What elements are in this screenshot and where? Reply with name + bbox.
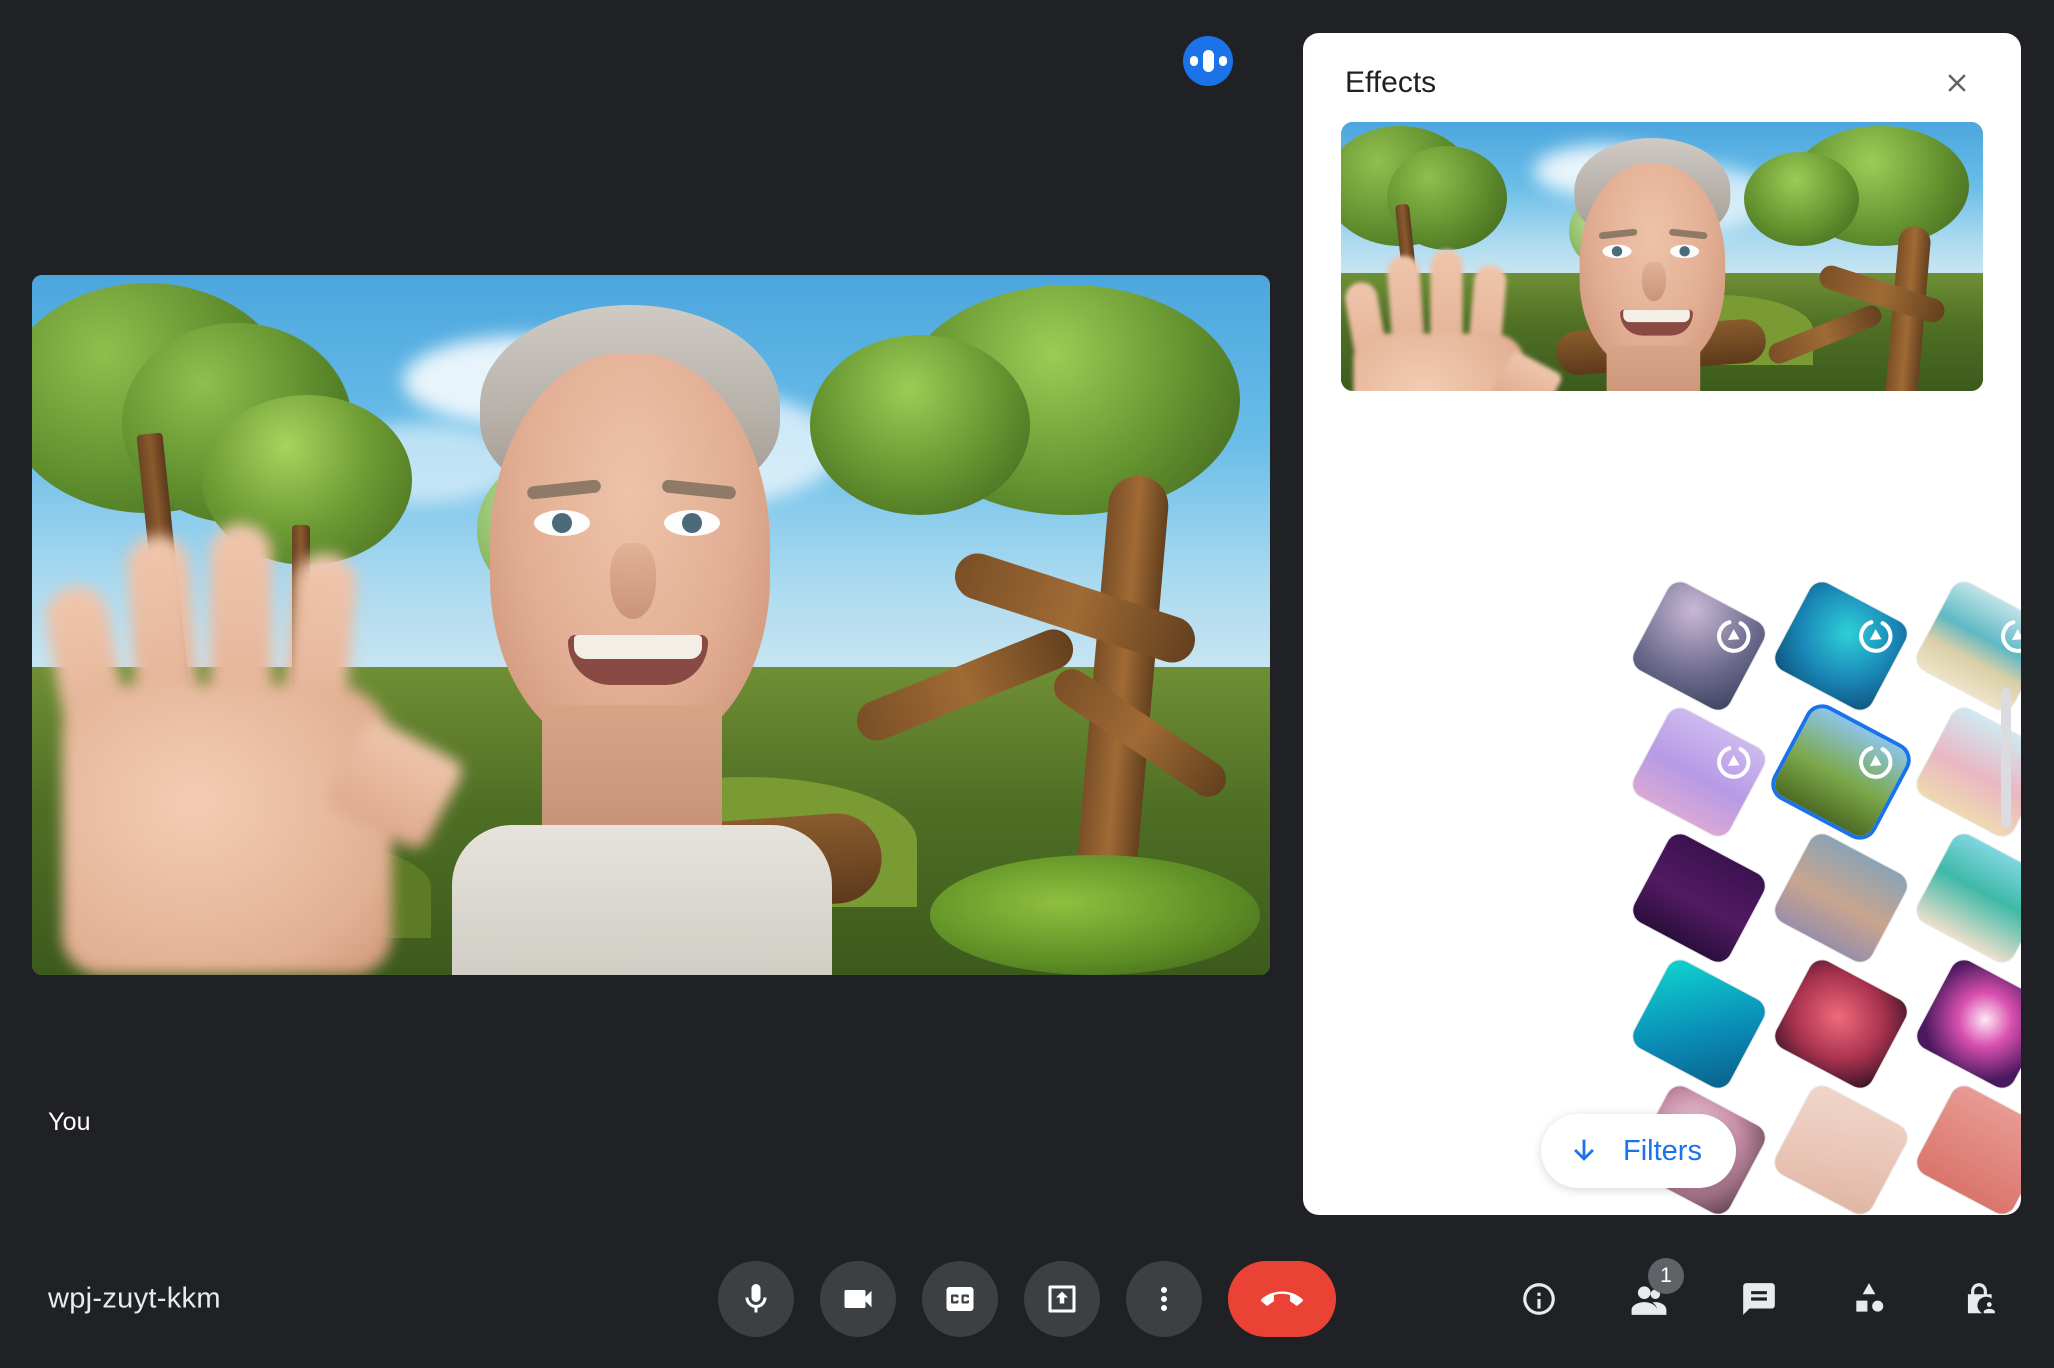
captions-button[interactable] — [922, 1261, 998, 1337]
more-vertical-icon — [1161, 1287, 1167, 1311]
camera-button[interactable] — [820, 1261, 896, 1337]
audio-level-icon — [1183, 36, 1233, 86]
info-icon — [1523, 1283, 1555, 1315]
backgrounds-grid — [1345, 405, 2021, 1215]
play-icon — [1991, 609, 2021, 663]
virtual-background-forest — [32, 275, 1270, 975]
leave-call-button[interactable] — [1228, 1261, 1336, 1337]
microphone-icon — [745, 1284, 767, 1313]
phone-hangup-icon — [1261, 1291, 1303, 1306]
filters-label: Filters — [1623, 1134, 1702, 1167]
effects-scrollbar[interactable] — [2001, 688, 2011, 828]
meeting-details-button[interactable] — [1506, 1266, 1572, 1332]
play-icon — [1849, 609, 1903, 663]
center-controls — [718, 1261, 1336, 1337]
play-icon — [1707, 609, 1761, 663]
right-controls: 1 — [1506, 1258, 2012, 1332]
panel-title: Effects — [1345, 66, 1437, 99]
background-thumbnail-enchanted-forest[interactable] — [1770, 703, 1912, 841]
background-thumbnail-turquoise-water[interactable] — [1628, 955, 1770, 1093]
google-meet-window: You Effects Filters wpj-zuyt-kkm 1 — [0, 0, 2054, 1368]
background-thumbnail-calm-beach[interactable] — [1912, 829, 2021, 967]
lock-person-icon — [1967, 1283, 1995, 1314]
activities-shapes-icon — [1856, 1283, 1884, 1312]
background-thumbnail-pastel-monster-room[interactable] — [1628, 703, 1770, 841]
chat-bubble-icon — [1743, 1283, 1775, 1315]
close-icon[interactable] — [1933, 59, 1981, 107]
video-stage: You — [0, 0, 1303, 1230]
background-thumbnail-spaceship-cockpit[interactable] — [1628, 577, 1770, 715]
meeting-code: wpj-zuyt-kkm — [48, 1282, 221, 1315]
self-view-preview — [1341, 122, 1983, 391]
background-thumbnail-blush-bokeh[interactable] — [1770, 1081, 1912, 1215]
play-icon — [1849, 735, 1903, 789]
host-controls-button[interactable] — [1946, 1266, 2012, 1332]
effects-panel: Effects Filters — [1303, 33, 2021, 1215]
chat-button[interactable] — [1726, 1266, 1792, 1332]
background-thumbnail-underwater-cave[interactable] — [1770, 577, 1912, 715]
activities-button[interactable] — [1836, 1266, 1902, 1332]
background-thumbnail-night-festival[interactable] — [1628, 829, 1770, 967]
video-camera-icon — [844, 1290, 872, 1308]
background-thumbnail-dusk-gradient[interactable] — [1770, 829, 1912, 967]
people-button[interactable]: 1 — [1616, 1258, 1684, 1332]
arrow-down-icon — [1574, 1139, 1594, 1161]
background-thumbnail-fireworks[interactable] — [1912, 955, 2021, 1093]
effects-panel-header: Effects — [1303, 33, 2021, 133]
self-video-tile[interactable] — [32, 275, 1270, 975]
present-button[interactable] — [1024, 1261, 1100, 1337]
closed-captions-icon — [946, 1287, 974, 1311]
background-thumbnail-pink-tile[interactable] — [1912, 1081, 2021, 1215]
background-thumbnail-pink-nebula[interactable] — [1770, 955, 1912, 1093]
meeting-toolbar: wpj-zuyt-kkm 1 — [0, 1230, 2054, 1368]
effects-grid-scroll-area[interactable] — [1303, 405, 2021, 1215]
people-count-badge: 1 — [1648, 1258, 1684, 1294]
present-screen-icon — [1048, 1285, 1076, 1313]
filters-button[interactable]: Filters — [1541, 1114, 1736, 1188]
microphone-button[interactable] — [718, 1261, 794, 1337]
play-icon — [1707, 735, 1761, 789]
waving-hand — [41, 505, 467, 975]
more-options-button[interactable] — [1126, 1261, 1202, 1337]
self-tile-label: You — [48, 1108, 91, 1136]
